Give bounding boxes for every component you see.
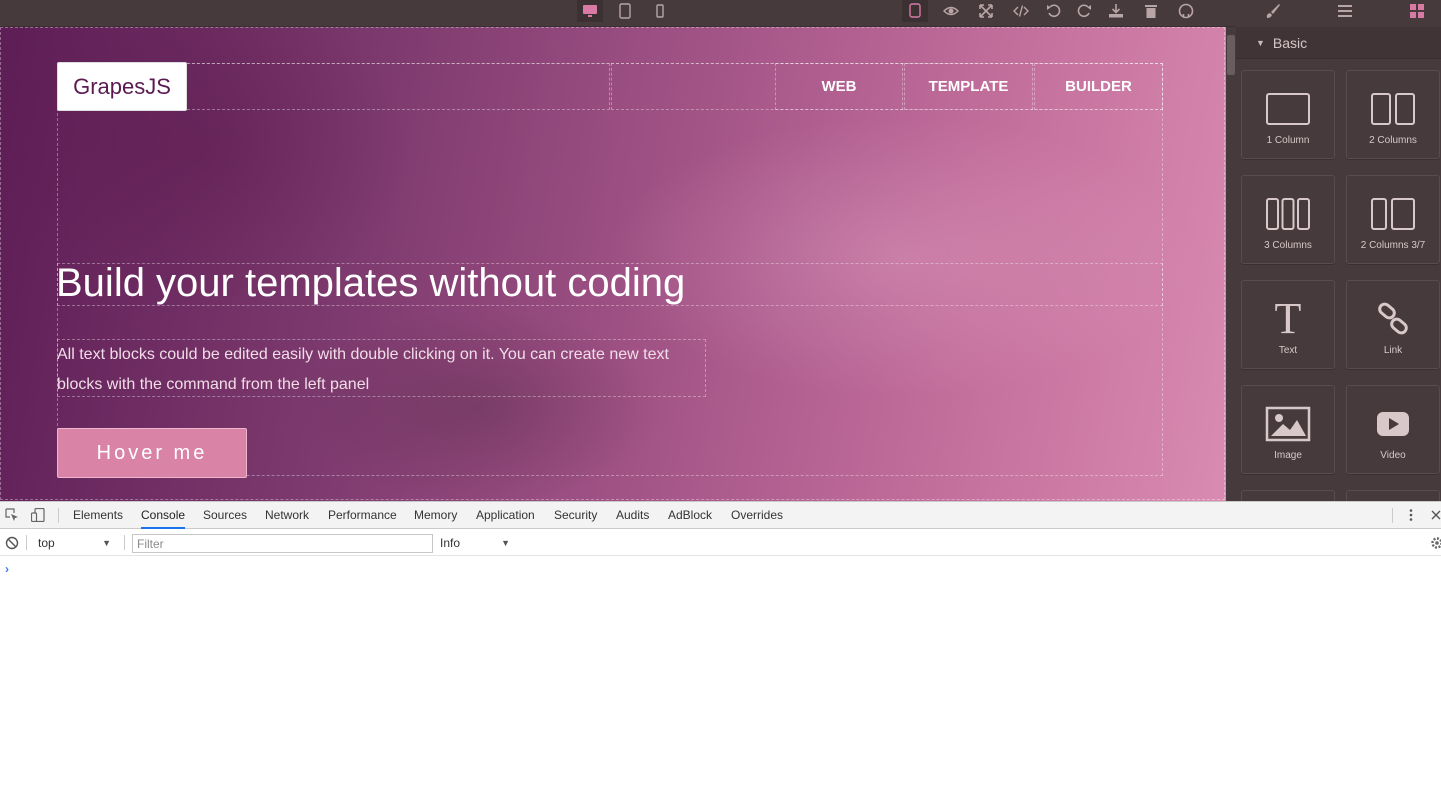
block-category-title: Basic: [1272, 34, 1308, 51]
log-level-value: Info: [440, 536, 461, 550]
devtools-tab-bar: Elements Console Sources Network Perform…: [0, 502, 1441, 529]
caret-down-icon: ▼: [1256, 37, 1265, 48]
nav-link-builder[interactable]: BUILDER: [1034, 63, 1163, 110]
tab-sources[interactable]: Sources: [203, 502, 247, 529]
canvas-scrollbar[interactable]: [1226, 27, 1236, 501]
block-label: Image: [1274, 450, 1302, 461]
block-label: 2 Columns 3/7: [1360, 240, 1426, 251]
desktop-icon[interactable]: [577, 0, 603, 22]
tab-adblock[interactable]: AdBlock: [668, 502, 712, 529]
github-icon[interactable]: [1173, 0, 1199, 22]
block-category-header[interactable]: ▼ Basic: [1236, 27, 1441, 59]
device-toolbar-icon[interactable]: [30, 507, 45, 523]
filter-separator: [26, 535, 27, 550]
tab-audits[interactable]: Audits: [616, 502, 649, 529]
context-value: top: [38, 536, 55, 550]
hero-text[interactable]: All text blocks could be edited easily w…: [57, 340, 705, 400]
video-icon: [1376, 404, 1410, 444]
filter-separator: [124, 535, 125, 550]
layer-manager-icon[interactable]: [1332, 0, 1358, 22]
two-columns-icon: [1370, 89, 1416, 129]
panel-switcher: [1236, 0, 1441, 27]
sw-visibility-icon[interactable]: [902, 0, 928, 22]
text-icon: T: [1274, 294, 1302, 343]
tab-security[interactable]: Security: [554, 502, 597, 529]
undo-icon[interactable]: [1041, 0, 1067, 22]
block-label: 3 Columns: [1264, 240, 1312, 251]
block-label: 1 Column: [1266, 135, 1310, 146]
one-column-icon: [1265, 89, 1311, 129]
tab-performance[interactable]: Performance: [328, 502, 397, 529]
clear-canvas-icon[interactable]: [1138, 0, 1164, 22]
block-2-columns-3-7[interactable]: 2 Columns 3/7: [1346, 175, 1440, 264]
inspect-element-icon[interactable]: [5, 508, 19, 522]
tablet-icon[interactable]: [612, 0, 638, 22]
three-columns-icon: [1265, 194, 1311, 234]
logo[interactable]: GrapesJS: [57, 62, 187, 111]
redo-icon[interactable]: [1071, 0, 1097, 22]
block-video[interactable]: Video: [1346, 385, 1440, 474]
console-settings-gear-icon[interactable]: [1430, 536, 1441, 550]
hero-title[interactable]: Build your templates without coding: [56, 261, 685, 306]
dropdown-arrow-icon: ▼: [501, 538, 510, 548]
image-icon: [1265, 404, 1311, 444]
console-filter-input[interactable]: [132, 534, 433, 553]
block-3-columns[interactable]: 3 Columns: [1241, 175, 1335, 264]
link-icon: [1376, 299, 1410, 339]
tab-overrides[interactable]: Overrides: [731, 502, 783, 529]
import-icon[interactable]: [1103, 0, 1129, 22]
block-label: Video: [1380, 450, 1406, 461]
block-next-right[interactable]: [1346, 490, 1440, 501]
tab-separator: [1392, 508, 1393, 523]
dropdown-arrow-icon: ▼: [102, 538, 111, 548]
log-level-selector[interactable]: Info ▼: [434, 534, 516, 552]
style-manager-icon[interactable]: [1260, 0, 1286, 22]
console-prompt-caret[interactable]: ›: [5, 562, 9, 576]
block-1-column[interactable]: 1 Column: [1241, 70, 1335, 159]
blocks-panel: ▼ Basic 1 Column 2 Columns 3 Columns 2 C…: [1236, 27, 1441, 501]
block-next-left[interactable]: [1241, 490, 1335, 501]
block-link[interactable]: Link: [1346, 280, 1440, 369]
block-label: 2 Columns: [1369, 135, 1417, 146]
block-label: Text: [1278, 345, 1298, 356]
tab-console[interactable]: Console: [141, 502, 186, 529]
editor-toolbar: [0, 0, 1441, 27]
blocks-icon[interactable]: [1404, 0, 1430, 22]
two-columns-37-icon: [1370, 194, 1416, 234]
tab-network[interactable]: Network: [265, 502, 309, 529]
tab-separator: [58, 508, 59, 523]
hover-me-button[interactable]: Hover me: [57, 428, 247, 478]
scrollbar-thumb[interactable]: [1227, 35, 1235, 75]
close-icon[interactable]: [1430, 508, 1441, 522]
devtools-panel: Elements Console Sources Network Perform…: [0, 501, 1441, 809]
preview-icon[interactable]: [938, 0, 964, 22]
console-filter-bar: top ▼ Info ▼: [0, 530, 1441, 556]
nav-link-web[interactable]: WEB: [775, 63, 903, 110]
tab-memory[interactable]: Memory: [414, 502, 457, 529]
clear-console-icon[interactable]: [5, 536, 19, 550]
block-text[interactable]: T Text: [1241, 280, 1335, 369]
editor-canvas[interactable]: GrapesJS WEB TEMPLATE BUILDER Build your…: [0, 27, 1226, 501]
more-options-icon[interactable]: [1404, 508, 1418, 522]
nav-link-template[interactable]: TEMPLATE: [904, 63, 1033, 110]
block-2-columns[interactable]: 2 Columns: [1346, 70, 1440, 159]
block-label: Link: [1383, 345, 1403, 356]
context-selector[interactable]: top ▼: [31, 534, 117, 552]
mobile-icon[interactable]: [647, 0, 673, 22]
code-icon[interactable]: [1008, 0, 1034, 22]
block-image[interactable]: Image: [1241, 385, 1335, 474]
tab-application[interactable]: Application: [476, 502, 535, 529]
fullscreen-icon[interactable]: [973, 0, 999, 22]
tab-elements[interactable]: Elements: [73, 502, 123, 529]
